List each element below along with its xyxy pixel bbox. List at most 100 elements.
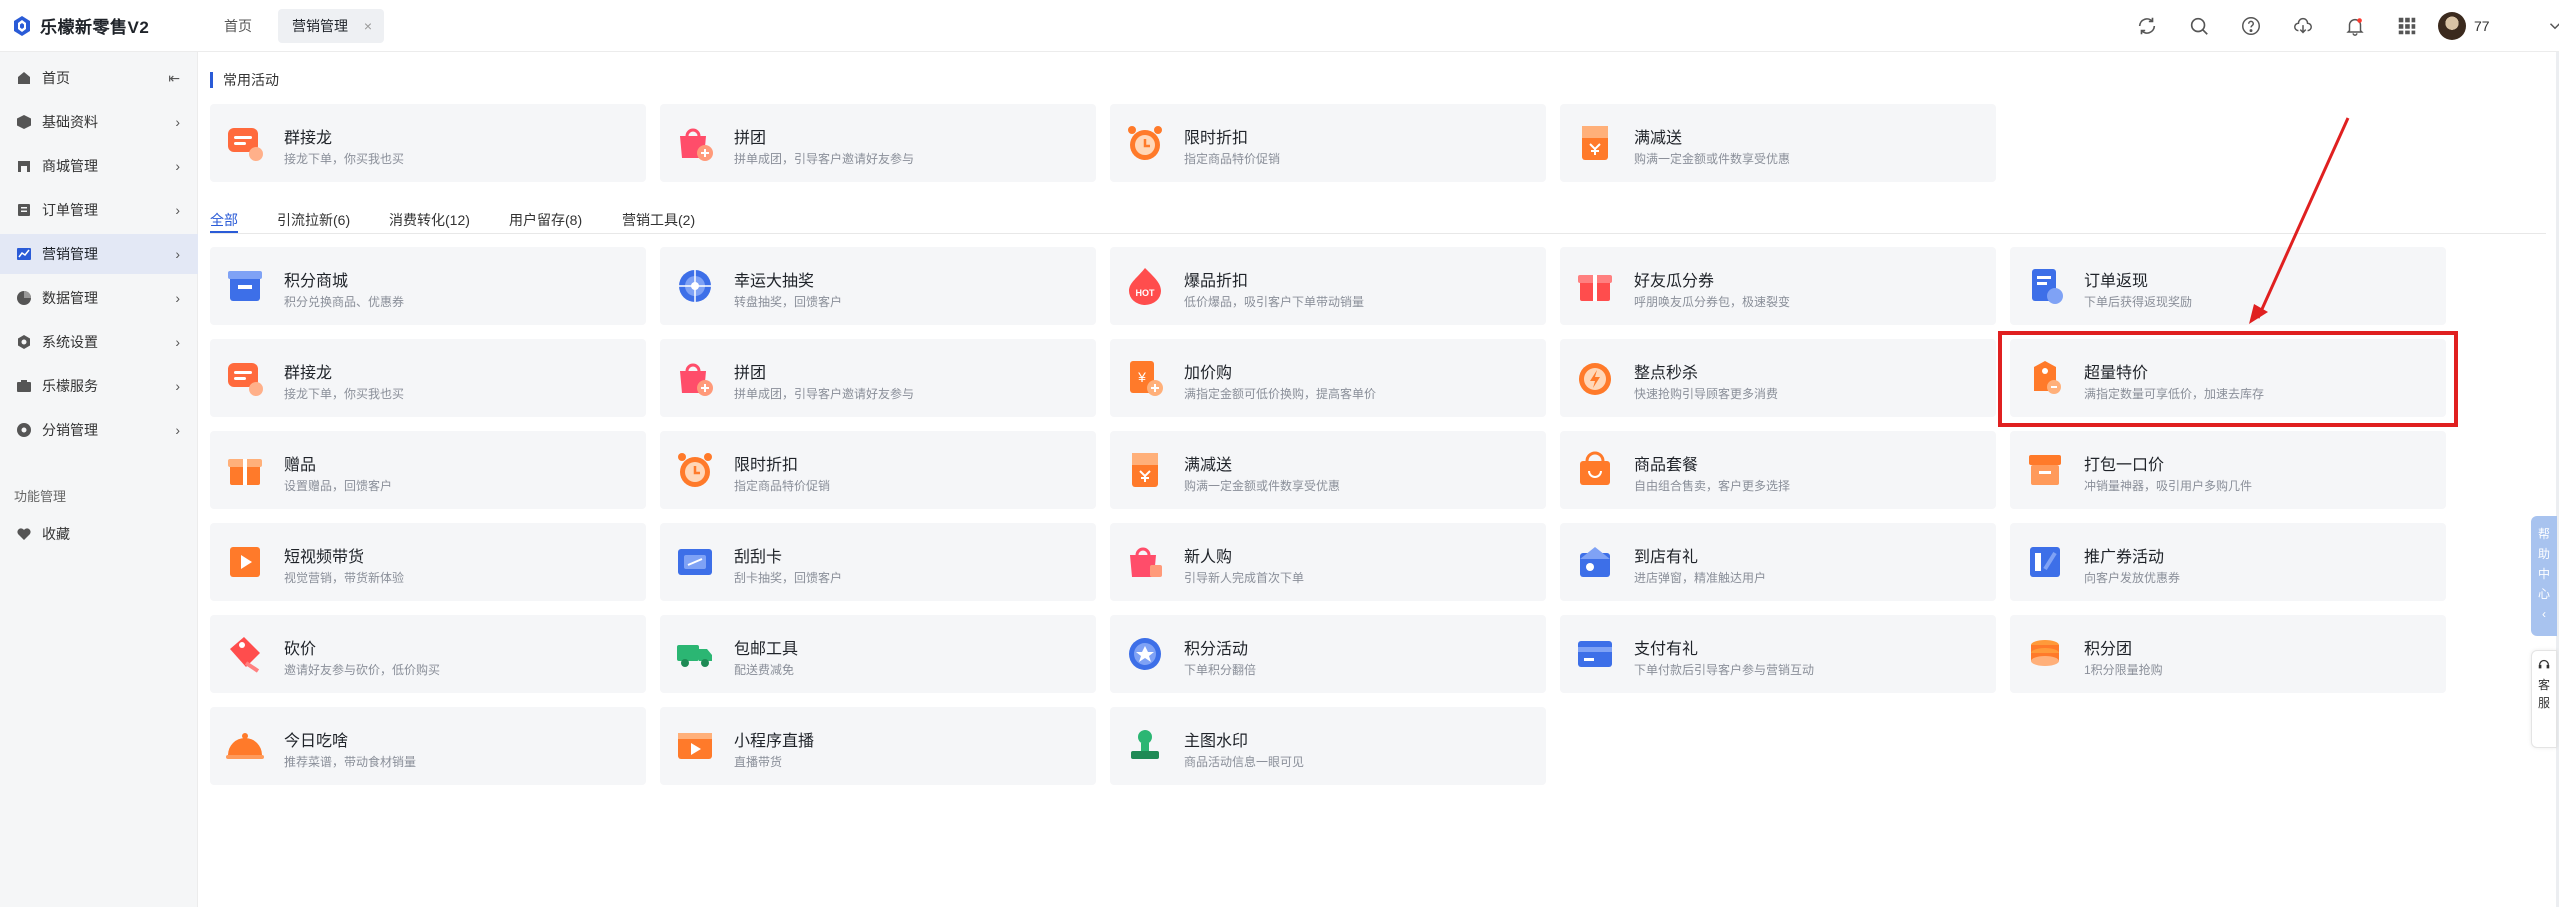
card-icon: [1578, 641, 1612, 667]
promo-coupon-icon: [2030, 547, 2060, 577]
bargain-icon: [230, 637, 260, 673]
activity-desc: 转盘抽奖，回馈客户: [734, 295, 843, 309]
activity-desc: 引导新人完成首次下单: [1184, 571, 1305, 585]
video-icon: [230, 547, 260, 577]
main-content: 常用活动 群接龙 接龙下单，你买我也买 拼团 拼单成团，引导客户邀请好友参与 限时折扣指…: [198, 52, 2559, 907]
sidebar-item-distribution[interactable]: 分销管理 ›: [0, 410, 198, 450]
sidebar-item-orders[interactable]: 订单管理 ›: [0, 190, 198, 230]
filter-retention[interactable]: 用户留存(8): [509, 210, 582, 230]
voucher-icon: [1132, 453, 1158, 487]
activity-card[interactable]: 包邮工具 配送费减免: [660, 615, 1096, 693]
activity-card[interactable]: 赠品 设置赠品，回馈客户: [210, 431, 646, 509]
live-icon: [678, 733, 712, 759]
activity-card[interactable]: 限时折扣指定商品特价促销: [660, 431, 1096, 509]
filter-all[interactable]: 全部: [210, 210, 238, 230]
activity-title: 限时折扣: [734, 457, 799, 474]
activity-desc: 邀请好友参与砍价，低价购买: [284, 663, 441, 677]
activity-card[interactable]: 砍价 邀请好友参与砍价，低价购买: [210, 615, 646, 693]
help-tab-char: 心: [2537, 587, 2550, 601]
sidebar-item-label: 系统设置: [42, 334, 98, 350]
activity-card[interactable]: 幸运大抽奖 转盘抽奖，回馈客户: [660, 247, 1096, 325]
activity-card[interactable]: 积分活动 下单积分翻倍: [1110, 615, 1546, 693]
activity-desc: 接龙下单，你买我也买: [284, 152, 405, 166]
activity-desc: 积分兑换商品、优惠券: [284, 295, 405, 309]
activity-title: 拼团: [734, 130, 767, 147]
activity-card[interactable]: 积分团 1积分限量抢购: [2010, 615, 2446, 693]
sidebar-item-label: 分销管理: [42, 422, 98, 438]
headset-icon: [2538, 659, 2550, 669]
chevron-right-icon: ›: [175, 378, 180, 394]
gift-icon: [1578, 275, 1612, 301]
activity-title: 主图水印: [1184, 733, 1249, 750]
sidebar-item-home[interactable]: 首页 ⇤: [0, 58, 198, 98]
activity-card[interactable]: HOT 爆品折扣 低价爆品，吸引客户下单带动销量: [1110, 247, 1546, 325]
sidebar-item-store[interactable]: 商城管理 ›: [0, 146, 198, 186]
activity-card[interactable]: 打包一口价 冲销量神器，吸引用户多购几件: [2010, 431, 2446, 509]
activity-card[interactable]: 满减送 购满一定金额或件数享受优惠: [1110, 431, 1546, 509]
activity-title: 积分活动: [1184, 641, 1249, 658]
activity-title: 商品套餐: [1634, 457, 1699, 474]
activity-card[interactable]: 限时折扣 指定商品特价促销: [1110, 104, 1546, 182]
activity-card[interactable]: 好友瓜分券 呼朋唤友瓜分券包，极速裂变: [1560, 247, 1996, 325]
bell-icon[interactable]: [2338, 10, 2372, 42]
help-tab-char: 帮: [2537, 527, 2550, 541]
activity-card[interactable]: 今日吃啥 推荐菜谱，带动食材销量: [210, 707, 646, 785]
sidebar-item-marketing[interactable]: 营销管理 ›: [0, 234, 198, 274]
filter-acquisition[interactable]: 引流拉新(6): [277, 210, 350, 230]
collapse-icon[interactable]: ⇤: [168, 70, 180, 87]
activity-card[interactable]: 满减送 购满一定金额或件数享受优惠: [1560, 104, 1996, 182]
activity-desc: 自由组合售卖，客户更多选择: [1634, 479, 1791, 493]
tab-home[interactable]: 首页: [210, 9, 266, 43]
user-menu[interactable]: 77: [2438, 12, 2559, 40]
activity-card[interactable]: 新人购 引导新人完成首次下单: [1110, 523, 1546, 601]
activity-card[interactable]: ¥ 加价购 满指定金额可低价换购，提高客单价: [1110, 339, 1546, 417]
sidebar-item-data[interactable]: 数据管理 ›: [0, 278, 198, 318]
activity-desc: 指定商品特价促销: [734, 479, 831, 493]
cloud-download-icon[interactable]: [2286, 10, 2320, 42]
customer-service-tab[interactable]: 客 服: [2531, 650, 2557, 748]
sidebar-item-service[interactable]: 乐檬服务 ›: [0, 366, 198, 406]
activity-card[interactable]: 群接龙 接龙下单，你买我也买: [210, 104, 646, 182]
activity-card[interactable]: 积分商城 积分兑换商品、优惠券: [210, 247, 646, 325]
activity-card[interactable]: 小程序直播 直播带货: [660, 707, 1096, 785]
filter-tools[interactable]: 营销工具(2): [622, 210, 695, 230]
sidebar-item-label: 首页: [42, 70, 70, 86]
search-icon[interactable]: [2182, 10, 2216, 42]
activity-title: 限时折扣: [1184, 130, 1249, 147]
apps-grid-icon[interactable]: [2390, 10, 2424, 42]
activity-card[interactable]: 拼团 拼单成团，引导客户邀请好友参与: [660, 339, 1096, 417]
activity-card[interactable]: 短视频带货 视觉营销，带货新体验: [210, 523, 646, 601]
activity-card[interactable]: 到店有礼 进店弹窗，精准触达用户: [1560, 523, 1996, 601]
filter-conversion[interactable]: 消费转化(12): [389, 210, 470, 230]
order-icon: [16, 202, 32, 218]
close-icon[interactable]: ×: [364, 9, 372, 43]
refresh-icon[interactable]: [2130, 10, 2164, 42]
sidebar-item-settings[interactable]: 系统设置 ›: [0, 322, 198, 362]
highlight-box: [1998, 331, 2458, 427]
coins-icon: [2031, 640, 2059, 666]
activity-card[interactable]: 订单返现 下单后获得返现奖励: [2010, 247, 2446, 325]
newcomer-icon: [1130, 547, 1162, 577]
activity-card[interactable]: 群接龙 接龙下单，你买我也买: [210, 339, 646, 417]
store-icon: [16, 158, 32, 174]
activity-card[interactable]: 刮刮卡 刮卡抽奖，回馈客户: [660, 523, 1096, 601]
visit-gift-icon: [1580, 547, 1610, 577]
tab-marketing[interactable]: 营销管理 ×: [278, 9, 384, 43]
activity-card[interactable]: 商品套餐自由组合售卖，客户更多选择: [1560, 431, 1996, 509]
help-center-tab[interactable]: 帮 助 中 心 ‹: [2531, 516, 2557, 636]
app-logo[interactable]: 乐檬新零售V2: [12, 13, 149, 38]
sidebar-item-basic-data[interactable]: 基础资料 ›: [0, 102, 198, 142]
activity-card[interactable]: 主图水印 商品活动信息一眼可见: [1110, 707, 1546, 785]
bundle-icon: [2029, 455, 2061, 485]
user-name: 77: [2474, 18, 2490, 34]
activity-desc: 进店弹窗，精准触达用户: [1634, 571, 1767, 585]
activity-card[interactable]: 支付有礼 下单付款后引导客户参与营销互动: [1560, 615, 1996, 693]
activity-desc: 下单后获得返现奖励: [2084, 295, 2193, 309]
activity-desc: 低价爆品，吸引客户下单带动销量: [1184, 295, 1365, 309]
top-bar: 乐檬新零售V2 首页 营销管理 × 77: [0, 0, 2559, 52]
activity-card[interactable]: 拼团 拼单成团，引导客户邀请好友参与: [660, 104, 1096, 182]
activity-card[interactable]: 推广券活动 向客户发放优惠券: [2010, 523, 2446, 601]
help-icon[interactable]: [2234, 10, 2268, 42]
activity-card[interactable]: 整点秒杀 快速抢购引导顾客更多消费: [1560, 339, 1996, 417]
sidebar-item-favorites[interactable]: 收藏: [0, 514, 198, 554]
